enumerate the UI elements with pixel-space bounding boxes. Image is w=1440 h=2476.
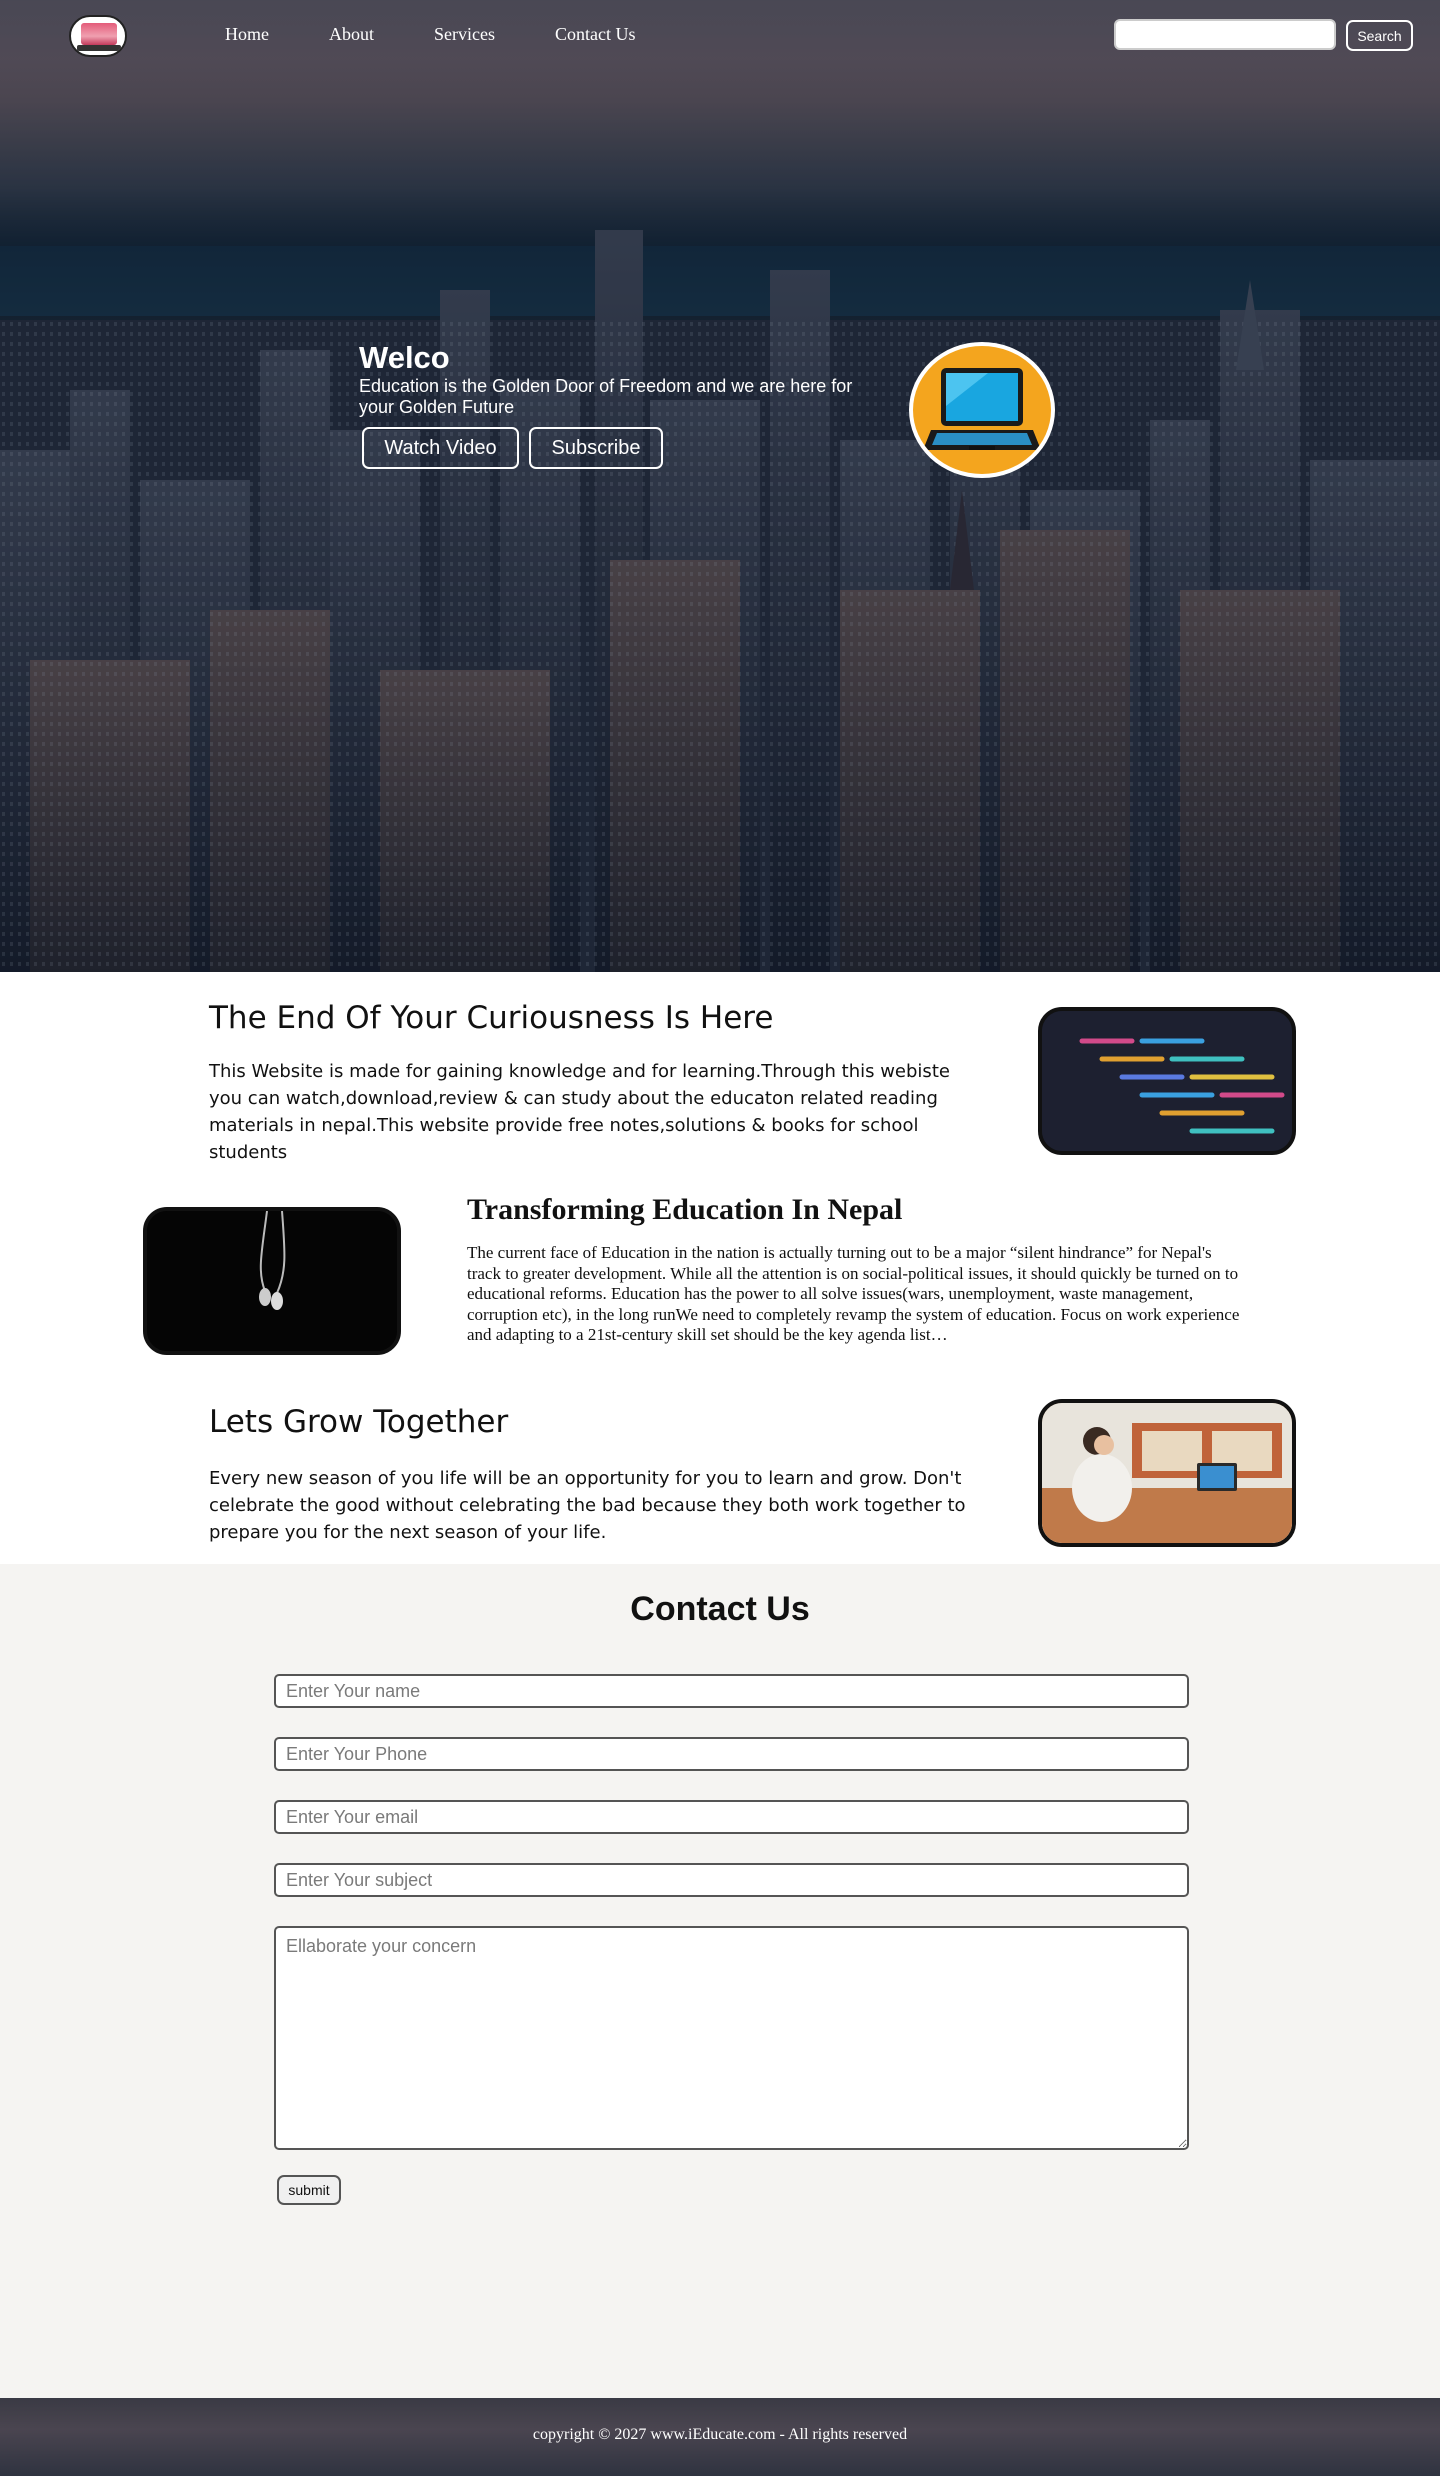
code-screen-image	[1038, 1007, 1296, 1155]
code-screen-graphic	[1042, 1011, 1292, 1151]
subscribe-button[interactable]: Subscribe	[529, 427, 663, 469]
section-title-curiousness: The End Of Your Curiousness Is Here	[209, 1000, 774, 1036]
hero-title: Welco	[359, 340, 450, 375]
logo-screen	[81, 23, 117, 45]
top-navigation: Home About Services Contact Us Search	[0, 0, 1440, 72]
site-logo-icon[interactable]	[69, 15, 127, 57]
submit-button[interactable]: submit	[277, 2175, 341, 2205]
earphones-graphic	[147, 1211, 397, 1351]
name-field[interactable]	[274, 1674, 1189, 1708]
phone-field[interactable]	[274, 1737, 1189, 1771]
nav-link-about[interactable]: About	[329, 24, 374, 45]
email-field[interactable]	[274, 1800, 1189, 1834]
section-text-grow: Every new season of you life will be an …	[209, 1468, 966, 1543]
woman-laptop-image	[1038, 1399, 1296, 1547]
section-text-transforming: The current face of Education in the nat…	[467, 1243, 1240, 1344]
logo-base	[77, 45, 121, 51]
footer-copyright: copyright © 2027 www.iEducate.com - All …	[532, 2426, 908, 2443]
laptop-graphic	[923, 368, 1041, 450]
section-title-grow: Lets Grow Together	[209, 1404, 509, 1440]
contact-title: Contact Us	[630, 1590, 810, 1628]
nav-link-services[interactable]: Services	[434, 24, 495, 45]
hero-subtitle: Education is the Golden Door of Freedom …	[359, 376, 853, 417]
search-button[interactable]: Search	[1346, 20, 1413, 51]
hero-section: Home About Services Contact Us Search We…	[0, 0, 1440, 972]
watch-video-button[interactable]: Watch Video	[362, 427, 519, 469]
laptop-icon	[909, 342, 1055, 478]
footer: copyright © 2027 www.iEducate.com - All …	[0, 2398, 1440, 2476]
hero-overlay	[0, 0, 1440, 972]
nav-link-contact[interactable]: Contact Us	[555, 24, 636, 45]
section-title-transforming: Transforming Education In Nepal	[467, 1193, 903, 1226]
message-field[interactable]	[274, 1926, 1189, 2150]
section-text-curiousness: This Website is made for gaining knowled…	[209, 1061, 950, 1163]
subject-field[interactable]	[274, 1863, 1189, 1897]
search-input[interactable]	[1114, 19, 1336, 50]
earphones-image	[143, 1207, 401, 1355]
woman-laptop-graphic	[1042, 1403, 1292, 1543]
nav-link-home[interactable]: Home	[225, 24, 269, 45]
